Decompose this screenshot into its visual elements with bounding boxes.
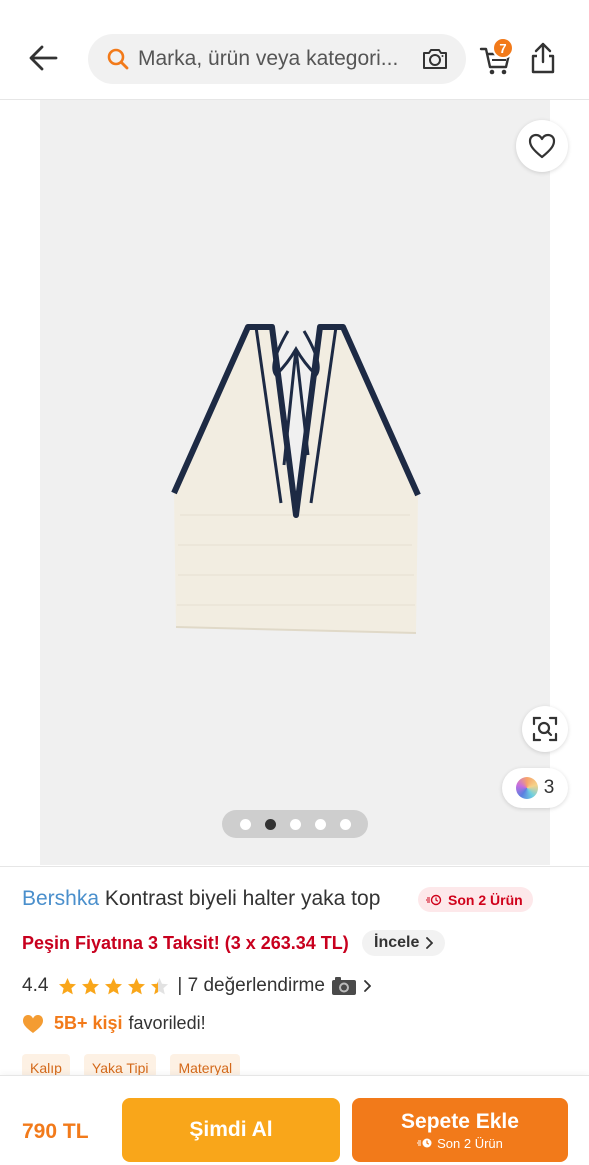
color-palette-icon (515, 777, 538, 799)
rating-row: 4.4 | 7 değerlendirme (22, 972, 371, 1000)
incele-label: İncele (374, 934, 420, 951)
rating-stars (58, 977, 169, 996)
buy-now-label: Şimdi Al (189, 1118, 273, 1141)
chevron-right-icon (426, 937, 434, 949)
product-image (171, 324, 421, 634)
top-bar: Marka, ürün veya kategori... 7 (0, 0, 589, 100)
pagination-dot[interactable] (239, 818, 251, 830)
search-input[interactable]: Marka, ürün veya kategori... (88, 34, 466, 84)
star-icon (105, 977, 123, 994)
favorite-text: favoriledi! (128, 1013, 206, 1033)
incele-button[interactable]: İncele (362, 930, 446, 956)
heart-icon (528, 133, 556, 159)
chevron-right-icon (364, 980, 371, 992)
visual-search-icon (532, 716, 558, 742)
pagination-dot[interactable] (264, 818, 276, 830)
arrow-left-icon (29, 45, 58, 71)
product-name: Kontrast biyeli halter yaka top (104, 887, 381, 910)
camera-icon[interactable] (420, 44, 450, 74)
pagination-dot[interactable] (339, 818, 351, 830)
share-icon (531, 42, 555, 74)
color-count: 3 (543, 777, 555, 798)
clock-icon (426, 894, 442, 905)
product-title: Bershka Kontrast biyeli halter yaka top (22, 887, 380, 911)
rating-score: 4.4 (22, 975, 49, 996)
buy-now-button[interactable]: Şimdi Al (122, 1098, 340, 1162)
color-options-button[interactable]: 3 (502, 768, 568, 808)
star-icon (151, 977, 169, 994)
stock-badge-label: Son 2 Ürün (448, 891, 523, 908)
share-button[interactable] (528, 40, 558, 76)
cart-count-badge: 7 (492, 37, 514, 59)
star-icon (82, 977, 100, 994)
orange-heart-icon (23, 1014, 43, 1033)
add-to-cart-button[interactable]: Sepete Ekle Son 2 Ürün (352, 1098, 568, 1162)
review-count: | 7 değerlendirme (177, 975, 325, 996)
back-button[interactable] (24, 40, 64, 76)
brand-link[interactable]: Bershka (22, 887, 99, 910)
product-info (0, 866, 589, 867)
add-to-cart-stock-label: Son 2 Ürün (437, 1135, 503, 1151)
add-to-cart-label: Sepete Ekle (401, 1109, 519, 1133)
photo-camera-icon (331, 977, 356, 995)
product-price: 790 TL (22, 1120, 89, 1143)
add-to-cart-stock: Son 2 Ürün (417, 1136, 503, 1151)
pagination-dot[interactable] (289, 818, 301, 830)
favorite-count: 5B+ kişi (54, 1013, 123, 1033)
image-pagination (222, 810, 368, 838)
stock-badge: Son 2 Ürün (418, 887, 533, 912)
installment-text: Peşin Fiyatına 3 Taksit! (3 x 263.34 TL) (22, 933, 349, 953)
favorites-info: 5B+ kişi favoriledi! (22, 1013, 206, 1034)
favorite-button[interactable] (516, 120, 568, 172)
pagination-dot[interactable] (314, 818, 326, 830)
clock-icon (417, 1138, 432, 1148)
search-placeholder: Marka, ürün veya kategori... (138, 47, 399, 70)
reviews-link[interactable]: | 7 değerlendirme (177, 975, 371, 997)
visual-search-button[interactable] (522, 706, 568, 752)
star-icon (59, 977, 77, 994)
star-icon (128, 977, 146, 994)
search-icon (107, 48, 129, 70)
